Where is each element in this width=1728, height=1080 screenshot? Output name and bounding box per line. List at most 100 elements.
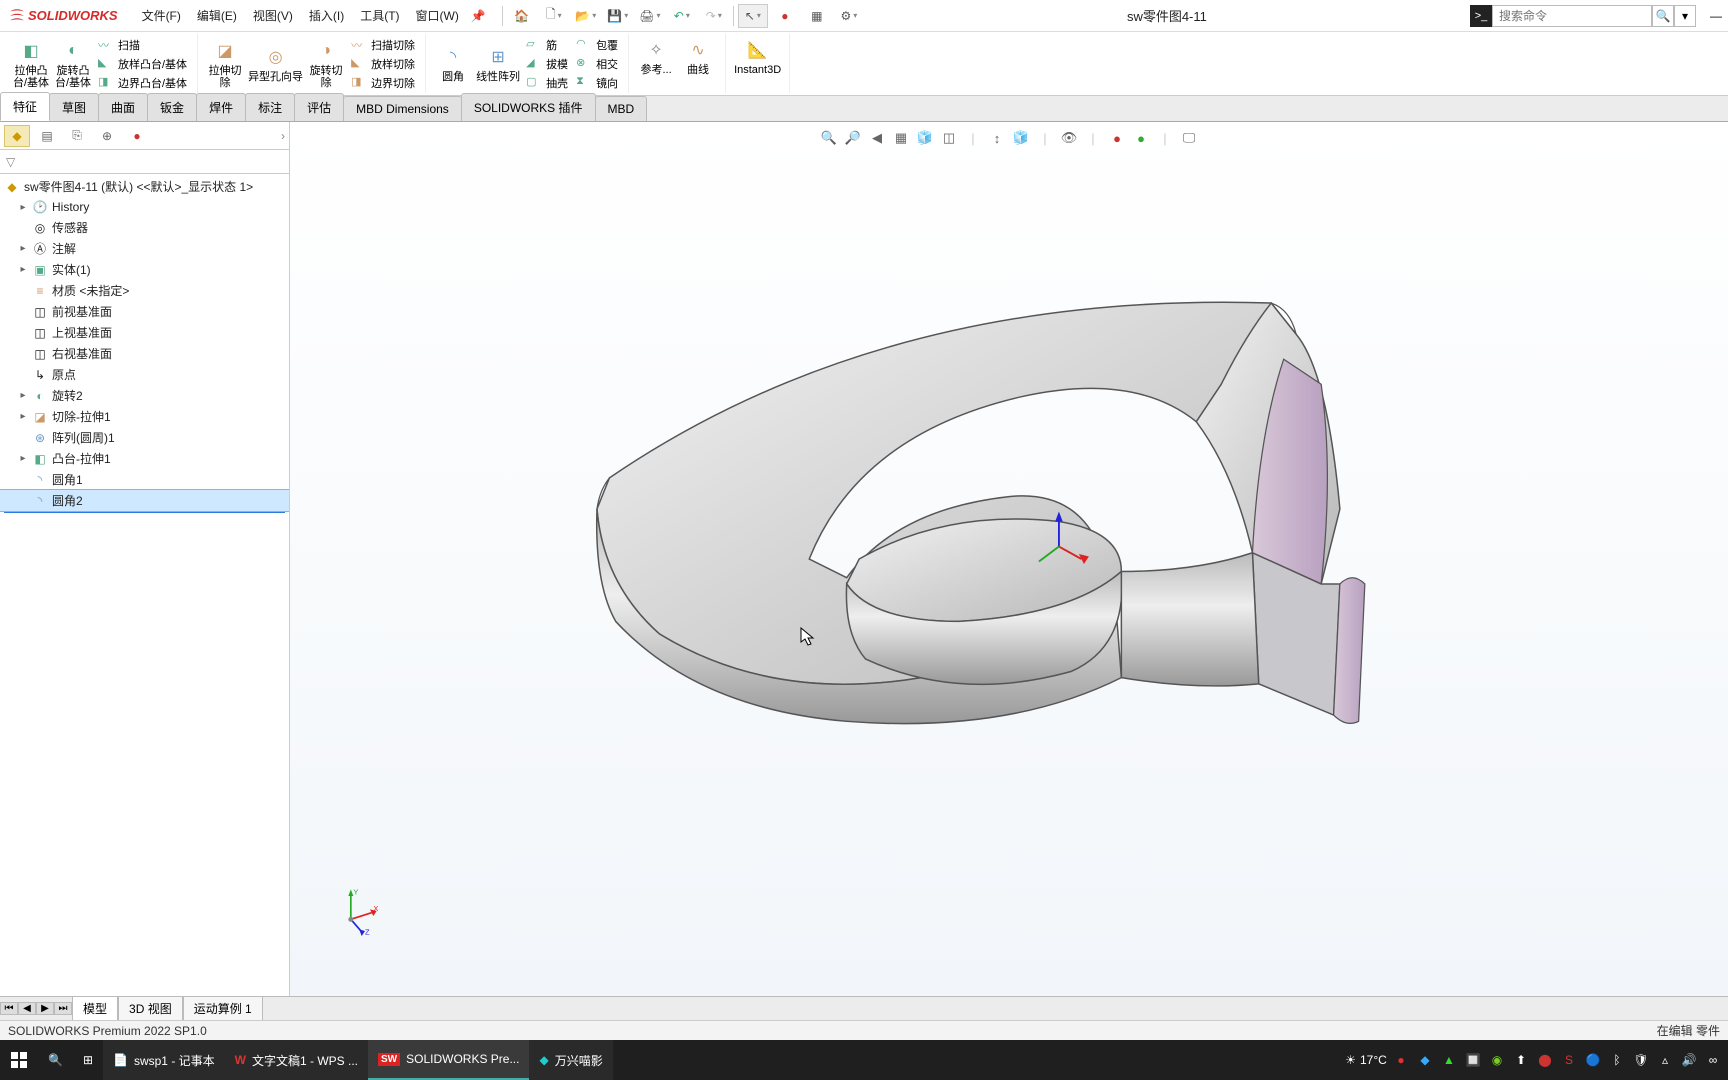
save-icon[interactable]: 💾▾ — [603, 4, 633, 28]
tree-annotations[interactable]: ▸Ⓐ注解 — [0, 238, 289, 259]
tab-3dview[interactable]: 3D 视图 — [118, 996, 183, 1021]
undo-icon[interactable]: ↶▾ — [667, 4, 697, 28]
bluetooth-icon[interactable]: ᛒ — [1608, 1053, 1626, 1067]
reference-geometry-button[interactable]: ✧参考... — [635, 36, 677, 78]
taskbar-wanxing[interactable]: ◆万兴喵影 — [529, 1040, 612, 1080]
feature-tree-tab-icon[interactable]: ◆ — [4, 125, 30, 147]
search-taskbar-icon[interactable]: 🔍 — [38, 1040, 73, 1080]
menu-window[interactable]: 窗口(W) — [410, 3, 465, 28]
select-icon[interactable]: ↖▾ — [738, 4, 768, 28]
curves-button[interactable]: ∿曲线 — [677, 36, 719, 78]
appearance-tab-icon[interactable]: ● — [124, 125, 150, 147]
tree-origin[interactable]: ↳原点 — [0, 364, 289, 385]
filter-bar[interactable]: ▽ — [0, 150, 289, 174]
tray-icon[interactable]: ◆ — [1416, 1053, 1434, 1067]
tab-weldment[interactable]: 焊件 — [196, 93, 246, 121]
instant3d-button[interactable]: 📐Instant3D — [732, 36, 783, 78]
revolve-cut-button[interactable]: ◑旋转切 除 — [305, 36, 347, 92]
tab-evaluate[interactable]: 评估 — [294, 93, 344, 121]
extrude-boss-button[interactable]: ◧拉伸凸 台/基体 — [10, 36, 52, 92]
fillet-button[interactable]: ◝圆角 — [432, 36, 474, 92]
dim-tab-icon[interactable]: ⊕ — [94, 125, 120, 147]
options-icon[interactable]: ▦ — [802, 4, 832, 28]
open-icon[interactable]: 📂▾ — [571, 4, 601, 28]
tree-fillet2[interactable]: ◝圆角2 — [0, 490, 289, 511]
hole-wizard-button[interactable]: ◎异型孔向导 — [246, 36, 305, 92]
rebuild-icon[interactable]: ● — [770, 4, 800, 28]
config-tab-icon[interactable]: ⎘ — [64, 125, 90, 147]
tray-icon[interactable]: ▲ — [1440, 1053, 1458, 1067]
tree-top-plane[interactable]: ◫上视基准面 — [0, 322, 289, 343]
tree-front-plane[interactable]: ◫前视基准面 — [0, 301, 289, 322]
wrap-button[interactable]: ◠包覆 — [572, 36, 622, 54]
tray-icon[interactable]: 🛡 — [1632, 1053, 1650, 1067]
volume-icon[interactable]: 🔊 — [1680, 1053, 1698, 1067]
tray-icon[interactable]: 🔲 — [1464, 1053, 1482, 1067]
pin-icon[interactable]: 📌 — [471, 9, 486, 23]
boundary-cut-button[interactable]: ◨边界切除 — [347, 74, 419, 92]
menu-edit[interactable]: 编辑(E) — [191, 3, 243, 28]
extrude-cut-button[interactable]: ◪拉伸切 除 — [204, 36, 246, 92]
tray-icon[interactable]: ◉ — [1488, 1053, 1506, 1067]
search-dropdown[interactable]: ▾ — [1674, 5, 1696, 27]
graphics-area[interactable]: 🔍 🔎 ◀ ▦ 🧊 ◫ | ↕ 🧊 | 👁 | ● ● | 🖵 — [290, 122, 1728, 996]
tree-solid[interactable]: ▸▣实体(1) — [0, 259, 289, 280]
tab-annotate[interactable]: 标注 — [245, 93, 295, 121]
loft-cut-button[interactable]: ◣放样切除 — [347, 55, 419, 73]
taskbar-solidworks[interactable]: SWSOLIDWORKS Pre... — [368, 1040, 529, 1080]
shell-button[interactable]: ▢抽壳 — [522, 74, 572, 92]
property-tab-icon[interactable]: ▤ — [34, 125, 60, 147]
rollback-bar[interactable] — [4, 511, 285, 513]
tree-fillet1[interactable]: ◝圆角1 — [0, 469, 289, 490]
panel-collapse-icon[interactable]: › — [281, 129, 285, 143]
tray-icon[interactable]: ⬤ — [1536, 1053, 1554, 1067]
search-input[interactable] — [1492, 5, 1652, 27]
tab-motion[interactable]: 运动算例 1 — [183, 996, 263, 1021]
tray-icon[interactable]: ∞ — [1704, 1053, 1722, 1067]
tab-mbd-dimensions[interactable]: MBD Dimensions — [343, 96, 462, 121]
view-triad[interactable]: Y X Z — [330, 886, 380, 936]
tree-right-plane[interactable]: ◫右视基准面 — [0, 343, 289, 364]
loft-boss-button[interactable]: ◣放样凸台/基体 — [94, 55, 191, 73]
taskbar-wps[interactable]: W文字文稿1 - WPS ... — [225, 1040, 368, 1080]
menu-view[interactable]: 视图(V) — [247, 3, 299, 28]
intersect-button[interactable]: ⊗相交 — [572, 55, 622, 73]
menu-file[interactable]: 文件(F) — [136, 3, 187, 28]
weather-widget[interactable]: ☀17°C — [1337, 1053, 1386, 1067]
tab-plugin[interactable]: SOLIDWORKS 插件 — [461, 93, 596, 121]
tab-sheetmetal[interactable]: 钣金 — [147, 93, 197, 121]
tree-root[interactable]: ◆sw零件图4-11 (默认) <<默认>_显示状态 1> — [0, 176, 289, 197]
menu-insert[interactable]: 插入(I) — [303, 3, 350, 28]
taskbar-notepad[interactable]: 📄swsp1 - 记事本 — [103, 1040, 225, 1080]
revolve-boss-button[interactable]: ◐旋转凸 台/基体 — [52, 36, 94, 92]
tab-first-icon[interactable]: ⏮ — [0, 1002, 18, 1015]
tray-icon[interactable]: ● — [1392, 1053, 1410, 1067]
taskview-icon[interactable]: ⊞ — [73, 1040, 103, 1080]
print-icon[interactable]: 🖨▾ — [635, 4, 665, 28]
tab-feature[interactable]: 特征 — [0, 92, 50, 121]
new-icon[interactable]: 🗋▾ — [539, 4, 569, 28]
tray-icon[interactable]: ▵ — [1656, 1053, 1674, 1067]
tab-last-icon[interactable]: ⏭ — [54, 1002, 72, 1015]
tree-circular-pattern[interactable]: ⊛阵列(圆周)1 — [0, 427, 289, 448]
tab-next-icon[interactable]: ▶ — [36, 1002, 54, 1015]
search-button[interactable]: 🔍 — [1652, 5, 1674, 27]
menu-tools[interactable]: 工具(T) — [354, 3, 405, 28]
settings-icon[interactable]: ⚙▾ — [834, 4, 864, 28]
draft-button[interactable]: ◢拔模 — [522, 55, 572, 73]
boundary-boss-button[interactable]: ◨边界凸台/基体 — [94, 74, 191, 92]
tree-boss-extrude1[interactable]: ▸◧凸台-拉伸1 — [0, 448, 289, 469]
tab-surface[interactable]: 曲面 — [98, 93, 148, 121]
tab-prev-icon[interactable]: ◀ — [18, 1002, 36, 1015]
start-button[interactable] — [0, 1040, 38, 1080]
tree-sensors[interactable]: ◎传感器 — [0, 217, 289, 238]
tab-sketch[interactable]: 草图 — [49, 93, 99, 121]
sweep-boss-button[interactable]: 〰扫描 — [94, 36, 191, 54]
rib-button[interactable]: ▱筋 — [522, 36, 572, 54]
redo-icon[interactable]: ↷▾ — [699, 4, 729, 28]
minimize-button[interactable]: — — [1704, 9, 1728, 23]
tree-material[interactable]: ≡材质 <未指定> — [0, 280, 289, 301]
tab-model[interactable]: 模型 — [72, 996, 118, 1021]
tree-revolve2[interactable]: ▸◐旋转2 — [0, 385, 289, 406]
linear-pattern-button[interactable]: ⊞线性阵列 — [474, 36, 522, 92]
